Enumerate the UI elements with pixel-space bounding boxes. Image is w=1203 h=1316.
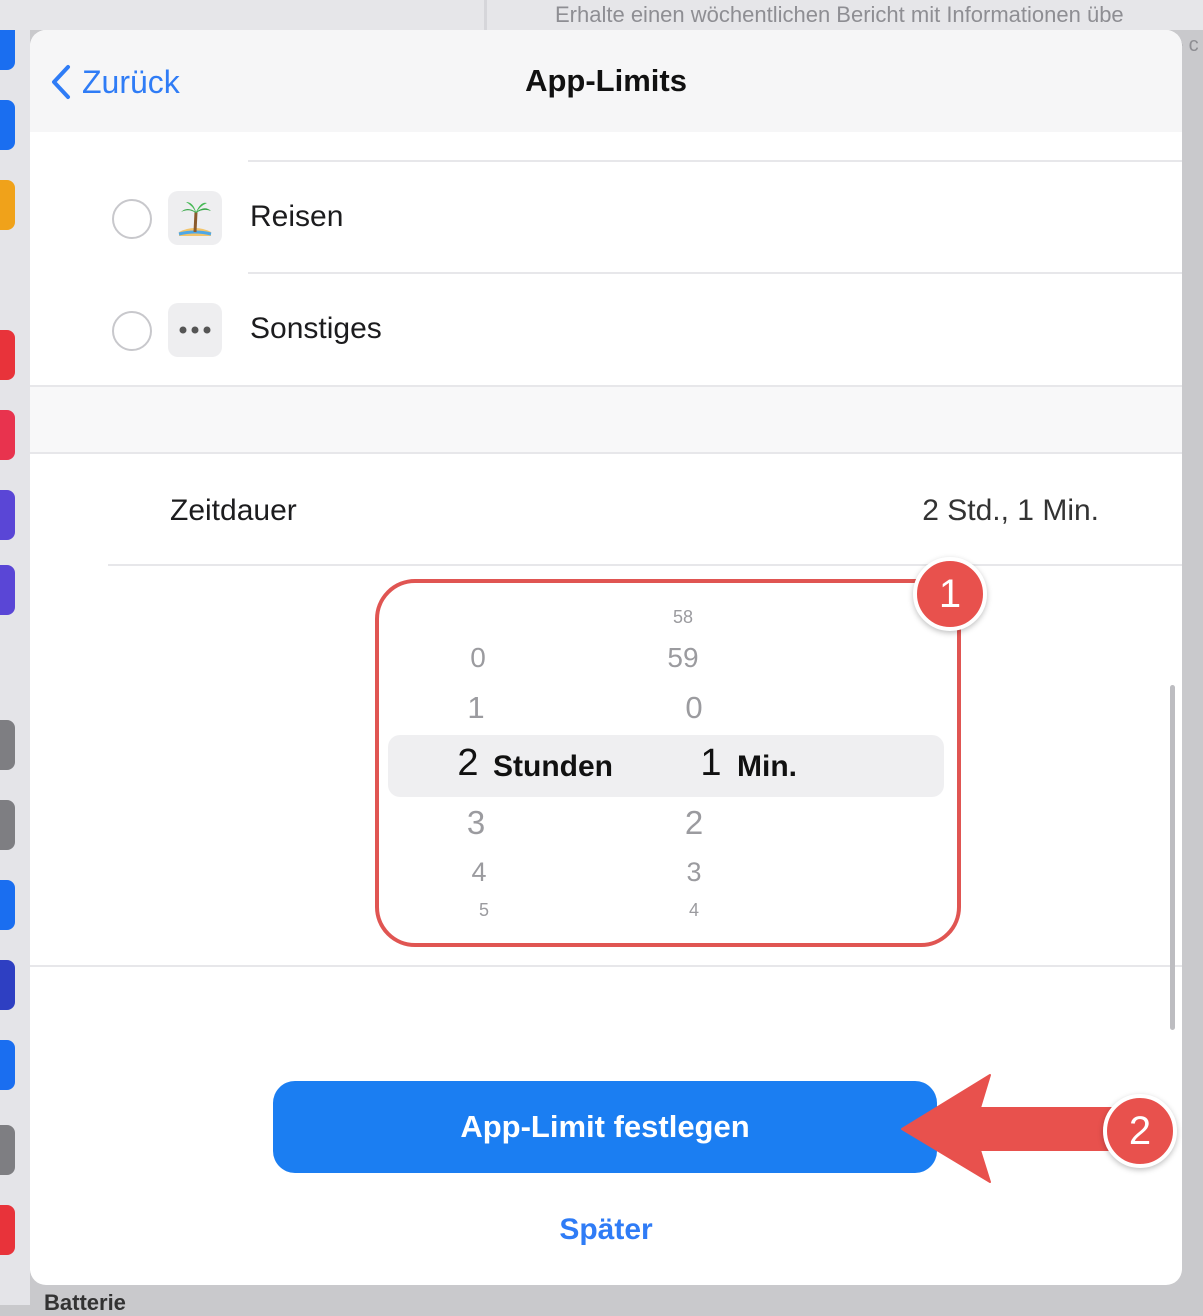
app-limits-sheet: Zurück App-Limits Reisen Sonstiges Zeitd…: [30, 30, 1182, 1285]
background-info-text: Erhalte einen wöchentlichen Bericht mit …: [555, 2, 1124, 27]
background-battery-label: Batterie: [44, 1290, 126, 1315]
sidebar-app-icon: [0, 800, 15, 850]
background-divider: [484, 0, 487, 30]
sidebar-app-icon: [0, 1040, 15, 1090]
sidebar-app-icon: [0, 1125, 15, 1175]
annotation-arrow-icon: [901, 1074, 1116, 1183]
sidebar-app-icon: [0, 720, 15, 770]
sidebar-app-icon: [0, 1205, 15, 1255]
sidebar-app-icon: [0, 330, 15, 380]
sidebar-app-icon: [0, 880, 15, 930]
sidebar-app-icon: [0, 410, 15, 460]
sidebar-app-icon: [0, 490, 15, 540]
sidebar-app-icon: [0, 180, 15, 230]
annotation-badge-2: 2: [1103, 1094, 1177, 1168]
sidebar-app-icon: [0, 960, 15, 1010]
sidebar-app-icon: [0, 565, 15, 615]
sidebar-app-icon: [0, 100, 15, 150]
